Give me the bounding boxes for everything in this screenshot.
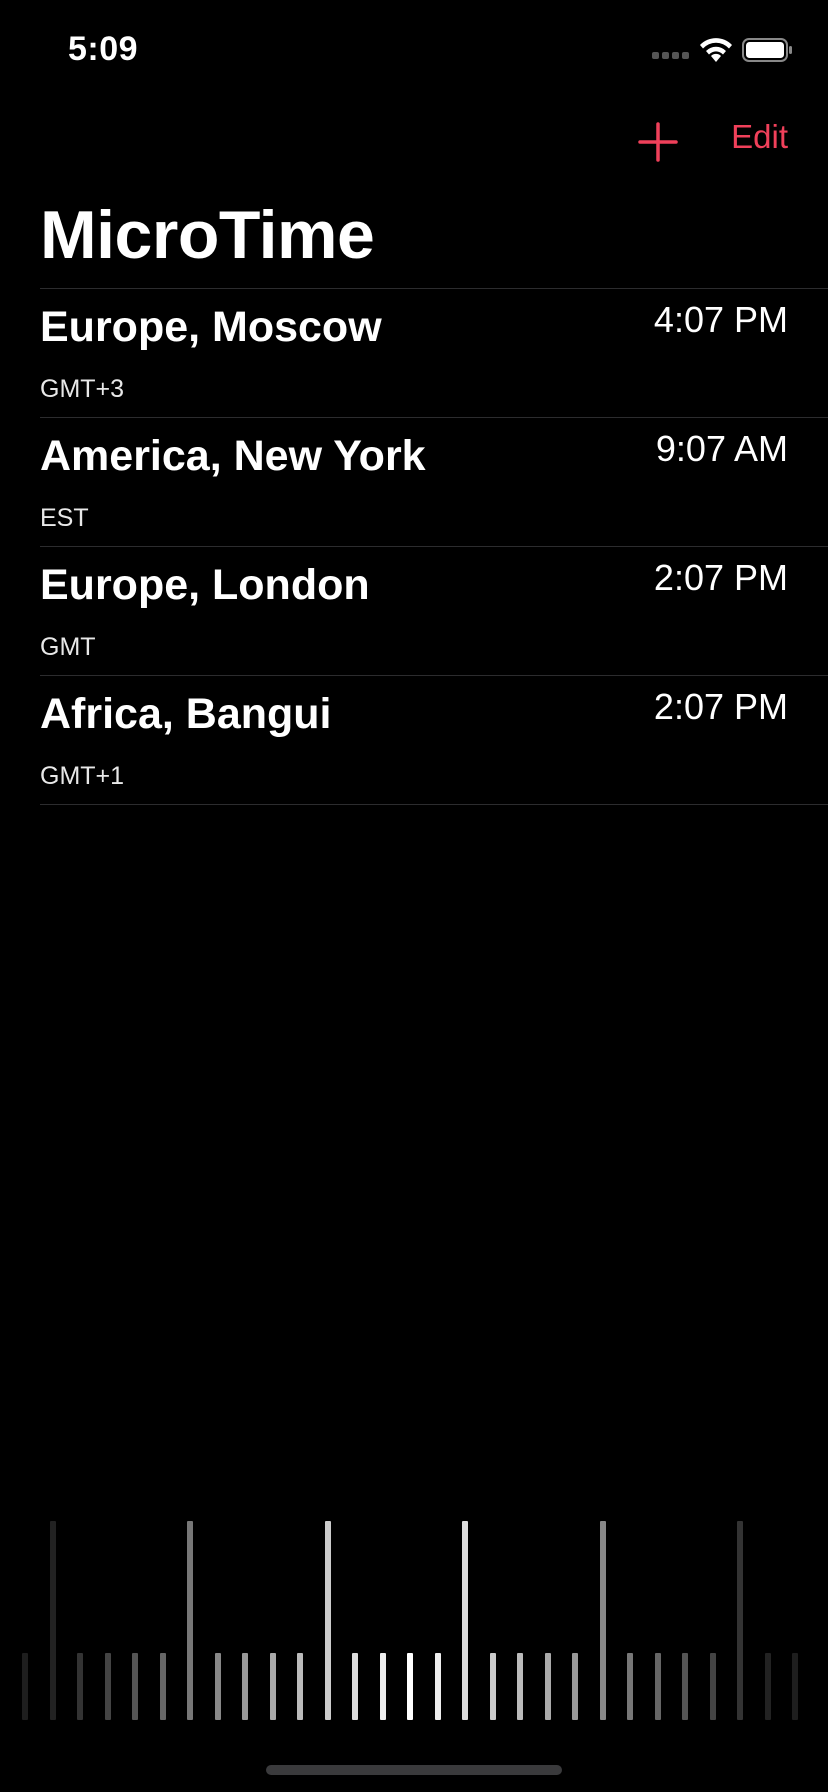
ruler-minor-tick — [517, 1653, 523, 1720]
timezone-time: 4:07 PM — [653, 299, 788, 340]
ruler-minor-tick — [407, 1653, 413, 1720]
ruler-major-tick — [599, 1521, 606, 1720]
ruler-minor-tick — [297, 1653, 303, 1720]
ruler-minor-tick — [242, 1653, 248, 1720]
ruler-minor-tick — [572, 1653, 578, 1720]
ruler-major-tick — [324, 1521, 331, 1720]
timezone-abbreviation: GMT — [40, 633, 96, 661]
edit-button[interactable]: Edit — [731, 118, 788, 156]
signal-icon — [652, 52, 692, 60]
timezone-name: Africa, Bangui — [40, 690, 332, 738]
timezone-abbreviation: EST — [40, 504, 89, 532]
timezone-row-moscow[interactable]: Europe, Moscow GMT+3 4:07 PM — [40, 288, 828, 417]
status-bar: 5:09 — [0, 0, 828, 100]
ruler-minor-tick — [792, 1653, 798, 1720]
timezone-time: 2:07 PM — [653, 686, 788, 727]
ruler-major-tick — [737, 1521, 743, 1720]
timezone-abbreviation: GMT+3 — [40, 375, 125, 403]
ruler-minor-tick — [709, 1653, 716, 1720]
battery-icon — [742, 38, 792, 62]
ruler-minor-tick — [682, 1653, 688, 1720]
home-indicator — [266, 1765, 562, 1775]
wifi-icon — [700, 38, 732, 62]
ruler-major-tick — [187, 1521, 193, 1720]
timezone-row-london[interactable]: Europe, London GMT 2:07 PM — [40, 546, 828, 675]
timezone-name: America, New York — [40, 432, 426, 480]
ruler-major-tick — [49, 1521, 56, 1720]
ruler-minor-tick — [269, 1653, 276, 1720]
ruler-minor-tick — [627, 1653, 633, 1720]
navigation-bar: Edit — [0, 110, 828, 170]
ruler-minor-tick — [352, 1653, 358, 1720]
timezone-abbreviation: GMT+1 — [40, 762, 125, 790]
time-scrubber-ruler[interactable] — [0, 1520, 828, 1720]
ruler-minor-tick — [214, 1653, 221, 1720]
page-title: MicroTime — [40, 197, 375, 273]
ruler-minor-tick — [379, 1653, 386, 1720]
timezone-list: Europe, Moscow GMT+3 4:07 PM America, Ne… — [40, 288, 828, 805]
timezone-time: 2:07 PM — [653, 557, 788, 598]
timezone-name: Europe, Moscow — [40, 303, 382, 351]
ruler-minor-tick — [654, 1653, 661, 1720]
ruler-minor-tick — [104, 1653, 111, 1720]
add-button[interactable] — [636, 120, 680, 164]
plus-icon — [638, 122, 678, 162]
timezone-row-new-york[interactable]: America, New York EST 9:07 AM — [40, 417, 828, 546]
ruler-minor-tick — [22, 1653, 28, 1720]
timezone-time: 9:07 AM — [655, 428, 788, 469]
timezone-name: Europe, London — [40, 561, 370, 609]
ruler-minor-tick — [544, 1653, 551, 1720]
timezone-row-bangui[interactable]: Africa, Bangui GMT+1 2:07 PM — [40, 675, 828, 805]
ruler-minor-tick — [764, 1653, 771, 1720]
ruler-minor-tick — [489, 1653, 496, 1720]
status-time: 5:09 — [68, 30, 139, 68]
ruler-minor-tick — [132, 1653, 138, 1720]
ruler-major-tick — [462, 1521, 468, 1720]
ruler-minor-tick — [77, 1653, 83, 1720]
ruler-minor-tick — [434, 1653, 441, 1720]
ruler-minor-tick — [159, 1653, 166, 1720]
